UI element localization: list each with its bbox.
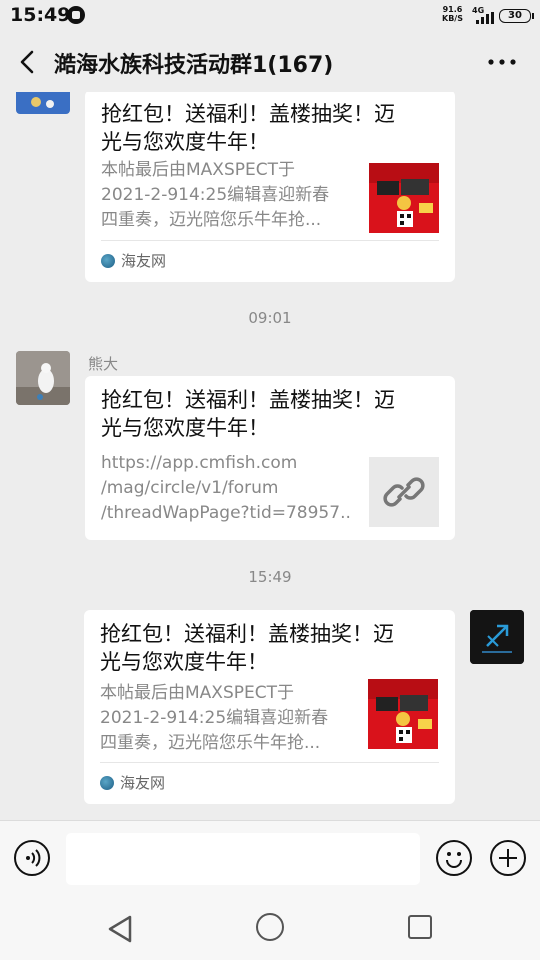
voice-button[interactable] (14, 840, 50, 876)
plus-icon (499, 849, 517, 867)
voice-icon (26, 849, 41, 867)
link-card-description: 本帖最后由MAXSPECT于 2021-2-914:25编辑喜迎新春 四重奏，迈… (100, 681, 350, 756)
avatar[interactable] (16, 92, 70, 114)
description-line: 本帖最后由MAXSPECT于 (100, 683, 294, 703)
description-line: /mag/circle/v1/forum (101, 478, 279, 498)
battery-icon: 30 (499, 9, 534, 23)
more-dots-icon (488, 59, 516, 65)
link-card[interactable]: 抢红包！送福利！盖楼抽奖！迈 光与您欢度牛年！ 本帖最后由MAXSPECT于 2… (85, 92, 455, 282)
back-button[interactable] (14, 46, 42, 78)
avatar[interactable] (470, 610, 524, 664)
status-time: 15:49 (10, 4, 71, 26)
nav-home-icon[interactable] (256, 913, 284, 941)
chevron-left-icon (20, 50, 34, 74)
more-functions-button[interactable] (490, 840, 526, 876)
description-line: 四重奏，迈光陪您乐牛年抢... (100, 733, 321, 753)
link-card-title: 抢红包！送福利！盖楼抽奖！迈 光与您欢度牛年！ (101, 100, 431, 156)
source-name: 海友网 (120, 774, 166, 792)
link-card[interactable]: 抢红包！送福利！盖楼抽奖！迈 光与您欢度牛年！ 本帖最后由MAXSPECT于 2… (84, 610, 455, 804)
link-card-thumbnail (368, 679, 438, 749)
link-card-description: https://app.cmfish.com /mag/circle/v1/fo… (101, 451, 351, 526)
link-card-title-line: 光与您欢度牛年！ (100, 650, 268, 674)
emoji-icon (446, 852, 462, 868)
emoji-button[interactable] (436, 840, 472, 876)
source-name: 海友网 (121, 252, 167, 270)
signal-icon (476, 12, 494, 24)
link-card[interactable]: 抢红包！送福利！盖楼抽奖！迈 光与您欢度牛年！ https://app.cmfi… (85, 376, 455, 540)
source-logo-icon (101, 253, 115, 268)
divider (100, 762, 439, 763)
notification-app-icon (67, 6, 85, 24)
network-speed: 91.6 KB/S (442, 5, 463, 23)
link-card-title-line: 光与您欢度牛年！ (101, 130, 269, 154)
link-card-title: 抢红包！送福利！盖楼抽奖！迈 光与您欢度牛年！ (101, 386, 431, 442)
sender-name: 熊大 (88, 355, 119, 373)
network-speed-unit: KB/S (442, 14, 463, 23)
link-card-title-line: 光与您欢度牛年！ (101, 416, 269, 440)
chat-header: 澔海水族科技活动群1(167) (0, 32, 540, 92)
source-logo-icon (100, 775, 114, 790)
more-button[interactable] (485, 46, 519, 78)
status-bar: 15:49 91.6 KB/S 4G 30 (0, 0, 540, 32)
description-line: 本帖最后由MAXSPECT于 (101, 160, 295, 180)
message-timestamp: 09:01 (248, 309, 292, 327)
battery-level: 30 (508, 10, 522, 21)
link-card-description: 本帖最后由MAXSPECT于 2021-2-914:25编辑喜迎新春 四重奏，迈… (101, 158, 351, 233)
network-speed-value: 91.6 (442, 5, 463, 14)
link-icon (383, 477, 425, 507)
link-card-thumbnail (369, 163, 439, 233)
nav-back-icon[interactable] (106, 914, 134, 944)
link-card-source: 海友网 (100, 772, 165, 793)
avatar[interactable] (16, 351, 70, 405)
divider (101, 240, 439, 241)
link-card-source: 海友网 (101, 250, 166, 271)
link-card-title: 抢红包！送福利！盖楼抽奖！迈 光与您欢度牛年！ (100, 620, 430, 676)
link-card-title-line: 抢红包！送福利！盖楼抽奖！迈 (100, 622, 394, 646)
message-timestamp: 15:49 (248, 568, 292, 586)
link-card-title-line: 抢红包！送福利！盖楼抽奖！迈 (101, 102, 395, 126)
message-input-bar (0, 820, 540, 899)
nav-recent-apps-icon[interactable] (408, 915, 432, 939)
description-line: /threadWapPage?tid=78957... (101, 503, 351, 523)
link-card-thumbnail (369, 457, 439, 527)
message-text-input[interactable] (66, 833, 420, 885)
system-navigation-bar (0, 898, 540, 960)
description-line: 2021-2-914:25编辑喜迎新春 (101, 185, 330, 205)
description-line: 四重奏，迈光陪您乐牛年抢... (101, 210, 322, 230)
chat-messages[interactable]: 抢红包！送福利！盖楼抽奖！迈 光与您欢度牛年！ 本帖最后由MAXSPECT于 2… (0, 92, 540, 820)
description-line: https://app.cmfish.com (101, 453, 298, 473)
link-card-title-line: 抢红包！送福利！盖楼抽奖！迈 (101, 388, 395, 412)
description-line: 2021-2-914:25编辑喜迎新春 (100, 708, 329, 728)
chat-title: 澔海水族科技活动群1(167) (54, 53, 334, 78)
